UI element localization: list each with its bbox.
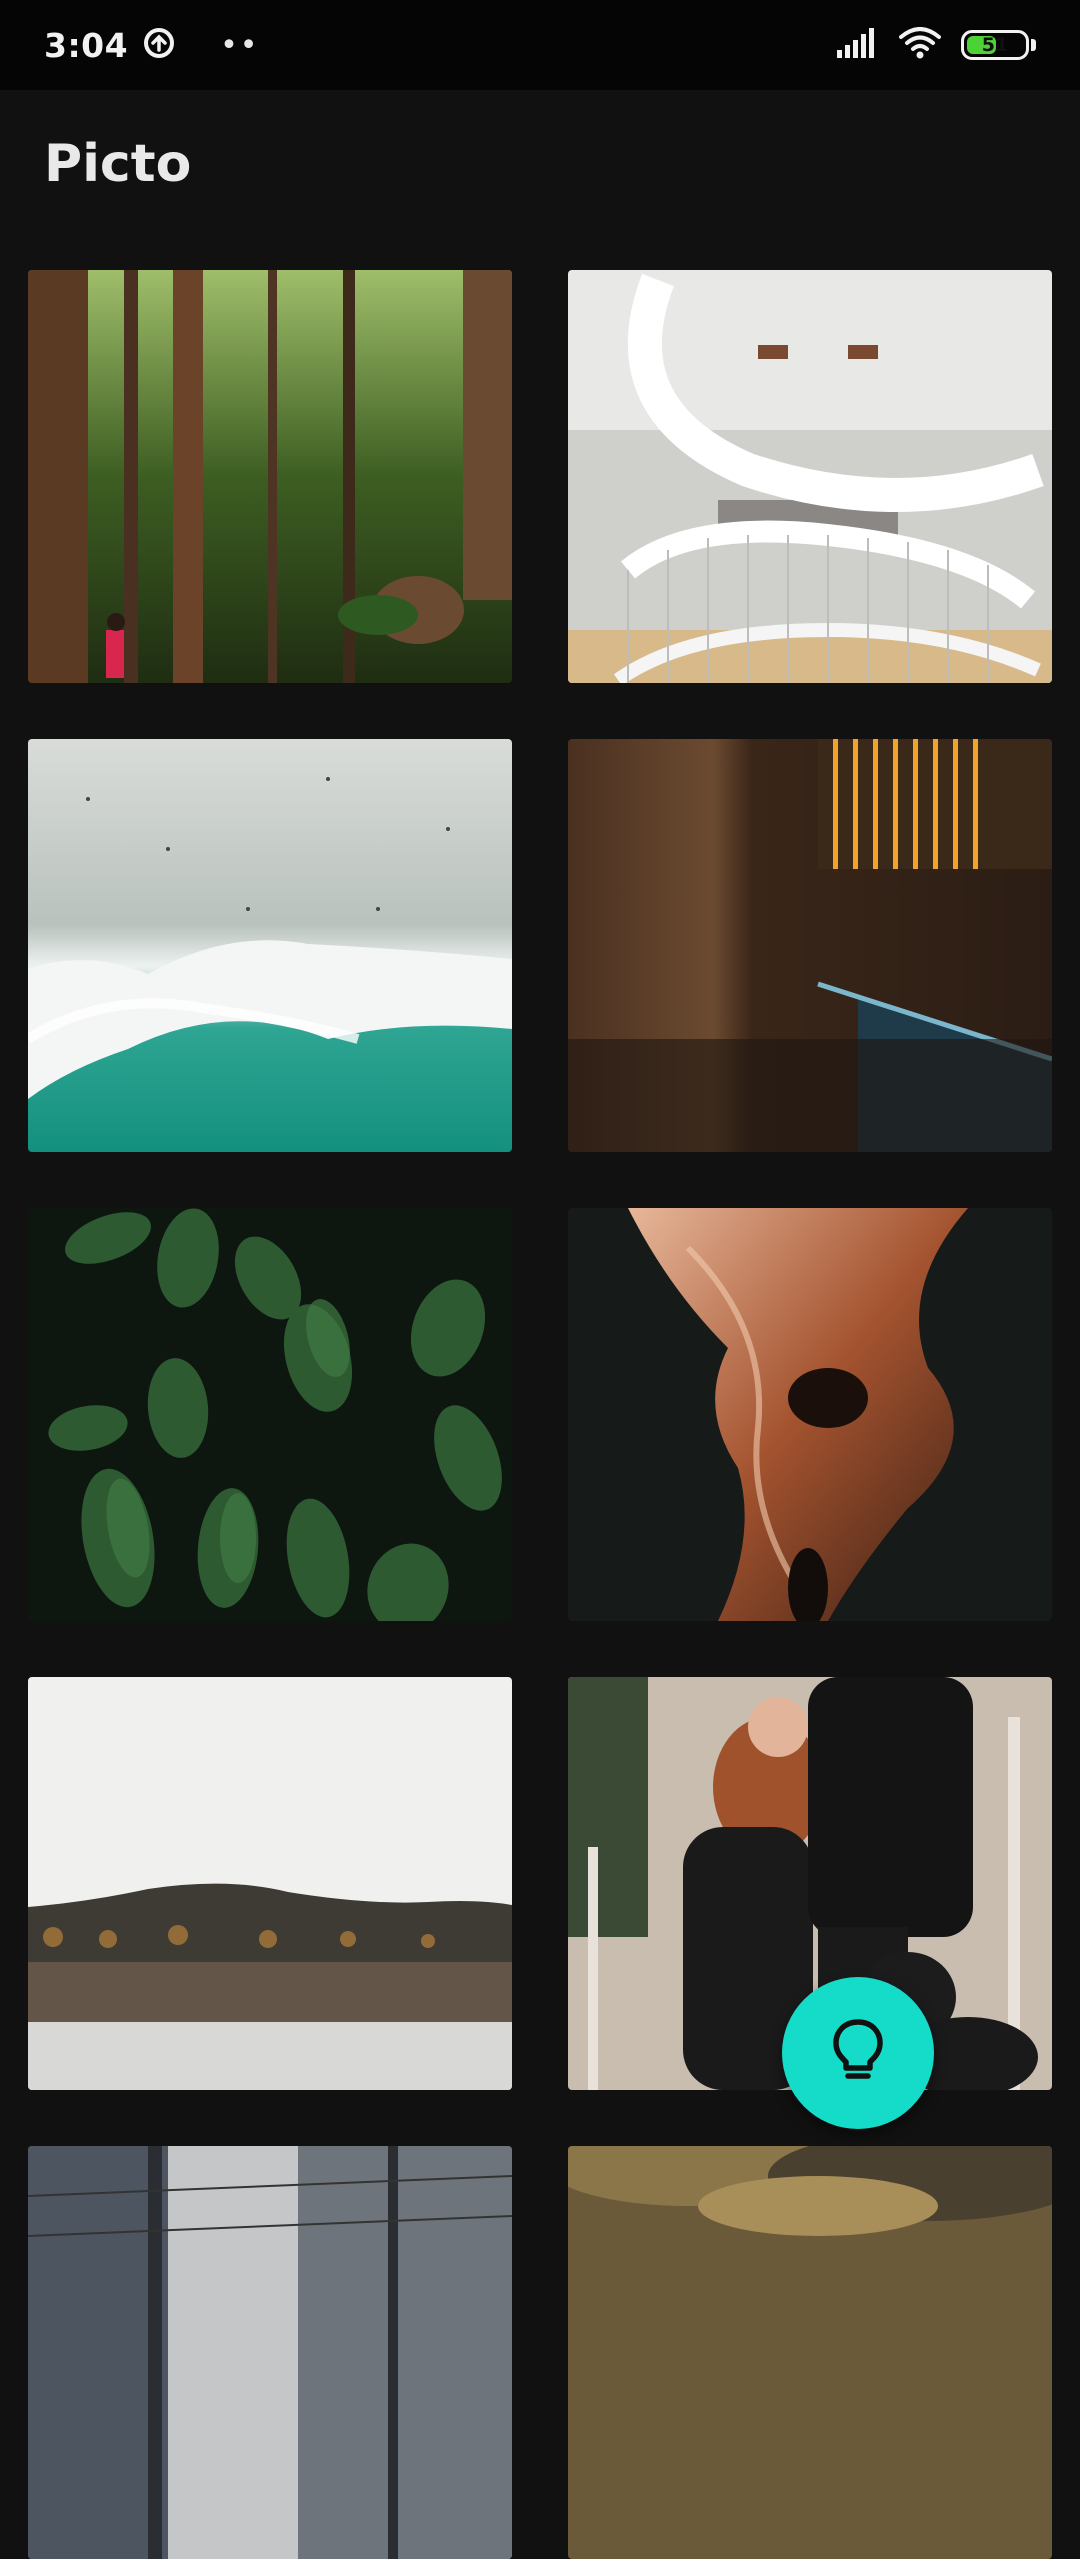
gallery-image-city[interactable]	[28, 2146, 512, 2559]
gallery-image-leaves[interactable]	[28, 1208, 512, 1621]
signal-icon	[837, 28, 879, 62]
app-title: Picto	[44, 134, 192, 194]
gallery-image-staircase[interactable]	[568, 270, 1052, 683]
lightbulb-icon	[828, 2016, 888, 2090]
data-saver-icon	[142, 26, 176, 64]
gallery-image-wooden-wall[interactable]	[568, 739, 1052, 1152]
status-time: 3:04	[44, 25, 129, 65]
idea-fab-button[interactable]	[782, 1977, 934, 2129]
notification-dots: ••	[220, 27, 260, 63]
image-grid	[28, 270, 1052, 2559]
gallery-image-rocky-shore[interactable]	[568, 2146, 1052, 2559]
status-bar: 3:04 •• 51	[0, 0, 1080, 90]
gallery-image-ocean-waves[interactable]	[28, 739, 512, 1152]
wifi-icon	[899, 27, 941, 63]
gallery-image-forest[interactable]	[28, 270, 512, 683]
gallery-image-canyon[interactable]	[568, 1208, 1052, 1621]
gallery-image-lake[interactable]	[28, 1677, 512, 2090]
battery-icon: 51	[961, 30, 1036, 60]
battery-level: 51	[981, 34, 1009, 56]
